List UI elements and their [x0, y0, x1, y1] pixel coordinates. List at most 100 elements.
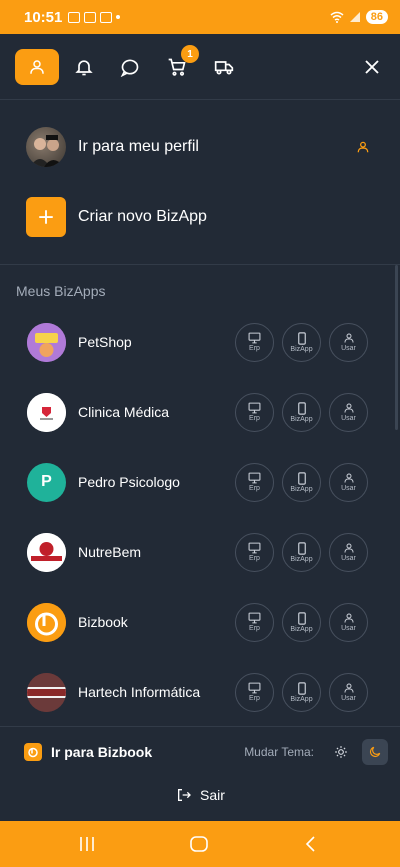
more-notifications-dot — [116, 15, 121, 19]
avatar — [26, 127, 66, 167]
bizapp-name: Bizbook — [78, 614, 128, 630]
usar-button[interactable]: Usar — [329, 322, 368, 362]
cart-nav-button[interactable]: 1 — [155, 45, 199, 85]
bizapp-button[interactable]: BizApp — [282, 672, 321, 712]
voicemail-status-icon — [84, 11, 97, 23]
menu-footer: Ir para Bizbook Mudar Tema: Sair — [0, 726, 400, 821]
bizapp-button[interactable]: BizApp — [282, 602, 321, 642]
delivery-nav-button[interactable] — [202, 49, 246, 85]
bizapp-name: Hartech Informática — [78, 684, 201, 700]
bizapp-row[interactable]: P Pedro Psicologo Erp BizApp Usar — [27, 462, 377, 502]
erp-button[interactable]: Erp — [235, 672, 274, 712]
usar-button-label: Usar — [341, 485, 356, 492]
home-icon[interactable] — [190, 836, 208, 852]
phone-icon — [297, 541, 306, 555]
erp-button-label: Erp — [249, 485, 260, 492]
close-icon — [365, 60, 379, 74]
bizapp-name: NutreBem — [78, 544, 142, 560]
bell-icon — [75, 60, 93, 76]
notifications-nav-button[interactable] — [62, 49, 106, 85]
bizapp-logo — [27, 672, 66, 712]
monitor-icon — [248, 612, 261, 624]
back-icon[interactable] — [304, 836, 318, 852]
bizapp-button[interactable]: BizApp — [282, 322, 321, 362]
bizapp-button[interactable]: BizApp — [282, 392, 321, 432]
create-bizapp-button[interactable]: Criar novo BizApp — [26, 197, 376, 237]
bizbook-link[interactable]: Ir para Bizbook — [24, 743, 152, 761]
cart-count-badge: 1 — [181, 45, 199, 63]
bizapp-actions: Erp BizApp Usar — [235, 462, 368, 502]
sun-icon — [335, 746, 347, 758]
theme-label: Mudar Tema: — [244, 745, 314, 759]
section-title: Meus BizApps — [16, 283, 106, 299]
light-theme-button[interactable] — [328, 739, 354, 765]
bizbook-logo-icon — [24, 743, 42, 761]
usar-button[interactable]: Usar — [329, 602, 368, 642]
dark-theme-button[interactable] — [362, 739, 388, 765]
erp-button[interactable]: Erp — [235, 322, 274, 362]
bizapp-logo — [27, 532, 66, 572]
bizapp-logo — [27, 322, 66, 362]
status-bar: 10:51 86 — [0, 0, 400, 34]
monitor-icon — [248, 542, 261, 554]
usar-button[interactable]: Usar — [329, 532, 368, 572]
messages-nav-button[interactable] — [108, 49, 152, 85]
gallery-status-icon — [68, 11, 81, 23]
bizapp-row[interactable]: Hartech Informática Erp BizApp Usar — [27, 672, 377, 712]
bizapp-logo — [27, 602, 66, 642]
bizapp-row[interactable]: NutreBem Erp BizApp Usar — [27, 532, 377, 572]
theme-switcher: Mudar Tema: — [244, 739, 388, 765]
bizapp-button[interactable]: BizApp — [282, 532, 321, 572]
logout-button[interactable]: Sair — [176, 787, 225, 803]
bizapp-button-label: BizApp — [290, 415, 313, 423]
user-outline-icon — [357, 141, 369, 153]
android-nav-bar — [0, 821, 400, 867]
user-icon — [344, 403, 353, 413]
usar-button[interactable]: Usar — [329, 462, 368, 502]
phone-icon — [297, 331, 306, 345]
erp-button[interactable]: Erp — [235, 462, 274, 502]
usar-button-label: Usar — [341, 415, 356, 422]
bizapp-button-label: BizApp — [290, 625, 313, 633]
recent-apps-icon[interactable] — [78, 836, 96, 852]
bizapp-actions: Erp BizApp Usar — [235, 672, 368, 712]
phone-icon — [297, 471, 306, 485]
monitor-icon — [248, 472, 261, 484]
usar-button[interactable]: Usar — [329, 672, 368, 712]
bizapp-actions: Erp BizApp Usar — [235, 392, 368, 432]
truck-icon — [214, 61, 234, 75]
profile-link-label: Ir para meu perfil — [78, 138, 199, 155]
usar-button-label: Usar — [341, 555, 356, 562]
profile-link[interactable]: Ir para meu perfil — [26, 127, 376, 167]
chat-bubble-icon — [120, 59, 139, 77]
usar-button-label: Usar — [341, 695, 356, 702]
bizapp-actions: Erp BizApp Usar — [235, 602, 368, 642]
bizapp-logo: P — [27, 462, 66, 502]
usar-button[interactable]: Usar — [329, 392, 368, 432]
bizapp-row[interactable]: PetShop Erp BizApp Usar — [27, 322, 377, 362]
bizapp-actions: Erp BizApp Usar — [235, 322, 368, 362]
erp-button-label: Erp — [249, 555, 260, 562]
usar-button-label: Usar — [341, 625, 356, 632]
bizapp-button-label: BizApp — [290, 555, 313, 563]
erp-button-label: Erp — [249, 345, 260, 352]
bizapp-logo — [27, 392, 66, 432]
status-notification-icons — [68, 11, 121, 23]
monitor-icon — [248, 682, 261, 694]
bizapp-row[interactable]: Clinica Médica Erp BizApp Usar — [27, 392, 377, 432]
bizapp-row[interactable]: Bizbook Erp BizApp Usar — [27, 602, 377, 642]
erp-button[interactable]: Erp — [235, 392, 274, 432]
divider — [0, 264, 400, 265]
wifi-icon — [330, 11, 344, 23]
profile-nav-button[interactable] — [15, 49, 59, 85]
close-menu-button[interactable] — [350, 49, 394, 85]
erp-button[interactable]: Erp — [235, 602, 274, 642]
plus-icon — [26, 197, 66, 237]
erp-button[interactable]: Erp — [235, 532, 274, 572]
bizapp-button[interactable]: BizApp — [282, 462, 321, 502]
phone-icon — [297, 401, 306, 415]
scrollbar[interactable] — [395, 265, 398, 430]
logout-icon — [178, 789, 191, 801]
user-icon — [344, 613, 353, 623]
bizapp-button-label: BizApp — [290, 695, 313, 703]
